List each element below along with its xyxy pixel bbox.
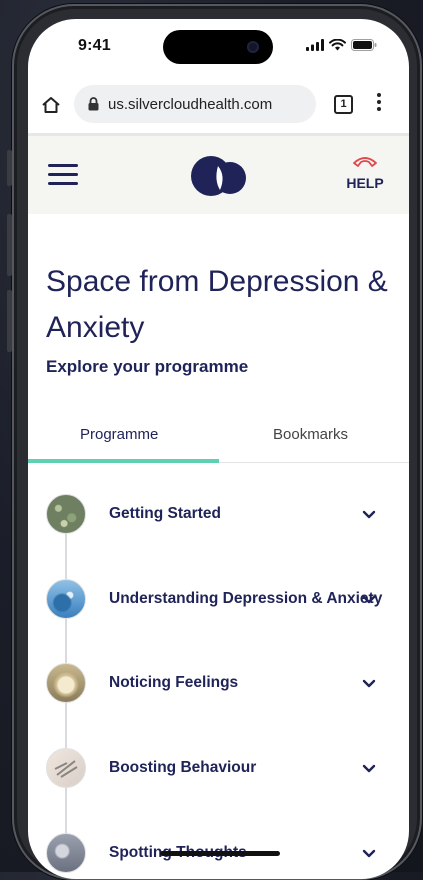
active-tab-indicator (28, 459, 219, 463)
status-time: 9:41 (78, 37, 111, 54)
module-label: Noticing Feelings (109, 674, 239, 691)
help-label: HELP (346, 175, 384, 191)
module-thumbnail (46, 748, 86, 788)
help-button[interactable]: HELP (340, 154, 390, 191)
address-bar[interactable]: us.silvercloudhealth.com (74, 85, 316, 123)
module-thumbnail (46, 663, 86, 703)
phone-volume-down (7, 290, 12, 352)
wifi-icon (329, 39, 346, 51)
url-text: us.silvercloudhealth.com (108, 96, 273, 113)
tab-programme[interactable]: Programme (80, 426, 158, 443)
module-item[interactable]: Understanding Depression & Anxiety (28, 579, 409, 639)
tab-bookmarks[interactable]: Bookmarks (273, 426, 348, 443)
page-subtitle: Explore your programme (46, 357, 249, 376)
chevron-down-icon[interactable] (362, 679, 376, 689)
camera-icon (247, 41, 259, 53)
module-thumbnail (46, 579, 86, 619)
site-header: HELP (28, 136, 409, 214)
hamburger-icon[interactable] (48, 164, 78, 191)
chevron-down-icon[interactable] (362, 595, 376, 605)
status-icons (306, 39, 377, 51)
dynamic-island (163, 30, 273, 64)
signal-icon (306, 39, 324, 51)
lock-icon (88, 97, 99, 111)
phone-icon (353, 157, 377, 167)
chevron-down-icon[interactable] (362, 510, 376, 520)
home-icon[interactable] (41, 95, 61, 115)
phone-side-button (7, 150, 12, 186)
module-thumbnail (46, 833, 86, 873)
chevron-down-icon[interactable] (362, 849, 376, 859)
page-title: Space from Depression & Anxiety (46, 265, 388, 344)
module-item[interactable]: Noticing Feelings (28, 663, 409, 723)
module-label: Getting Started (109, 505, 221, 522)
browser-toolbar: us.silvercloudhealth.com 1 (28, 81, 409, 131)
module-thumbnail (46, 494, 86, 534)
status-bar: 9:41 (28, 19, 409, 74)
phone-volume-up (7, 214, 12, 276)
chevron-down-icon[interactable] (362, 764, 376, 774)
module-item[interactable]: Getting Started (28, 494, 409, 554)
module-label: Boosting Behaviour (109, 759, 257, 776)
module-item[interactable]: Spotting Thoughts (28, 833, 409, 879)
menu-dots-icon[interactable] (376, 93, 382, 114)
module-label: Understanding Depression & Anxiety (109, 590, 383, 607)
module-item[interactable]: Boosting Behaviour (28, 748, 409, 808)
home-indicator[interactable] (160, 851, 280, 856)
logo[interactable] (190, 154, 248, 198)
screen: 9:41 us.silvercloudhealth.com 1 HELP Spa… (28, 19, 409, 879)
tabs-icon[interactable]: 1 (334, 95, 353, 114)
battery-icon (351, 39, 377, 51)
